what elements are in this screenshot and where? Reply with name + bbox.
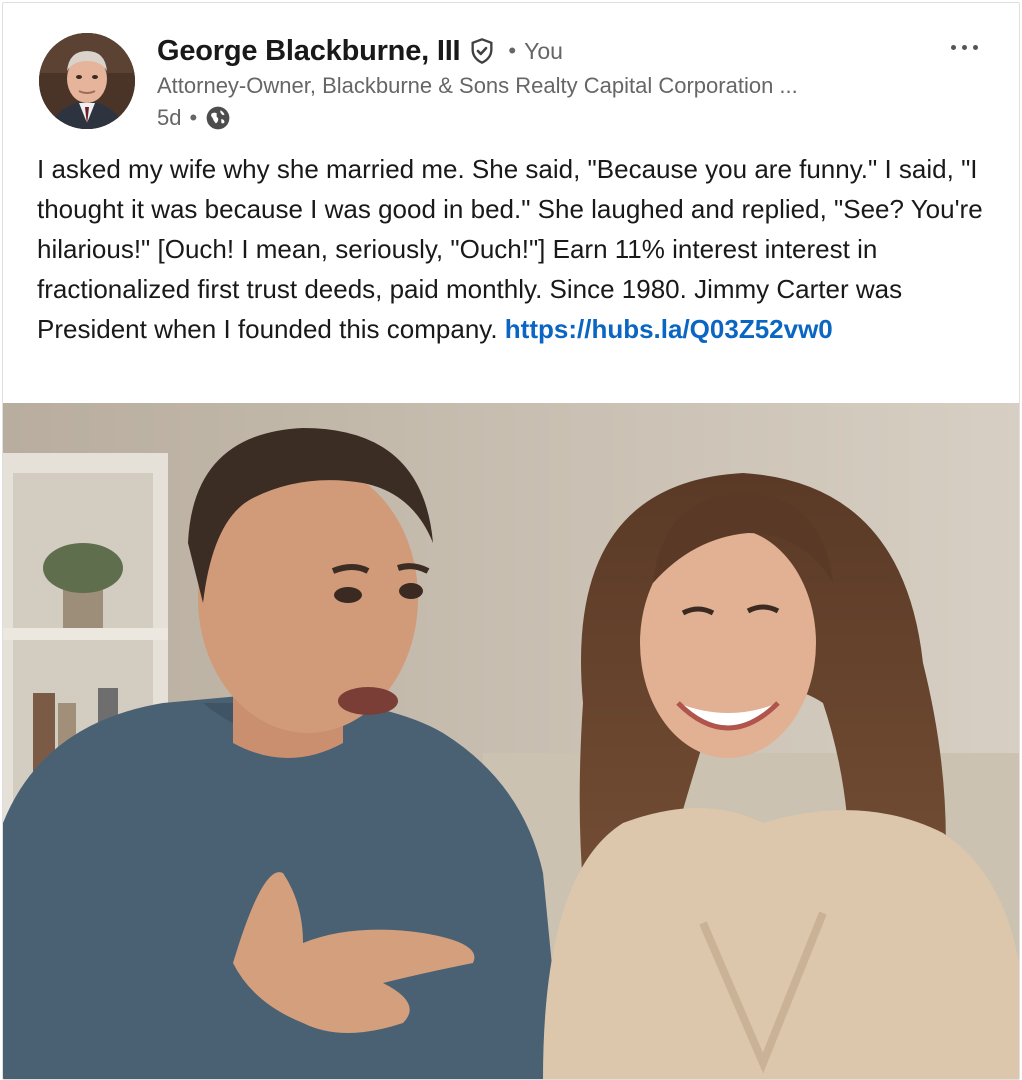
you-label: You (524, 37, 563, 64)
post-meta: 5d • (157, 103, 231, 133)
globe-icon (205, 105, 231, 131)
author-headline: Attorney-Owner, Blackburne & Sons Realty… (157, 73, 798, 98)
feed-post-card: George Blackburne, III • You Attorney-Ow… (2, 2, 1020, 1080)
meta-separator: • (189, 105, 198, 130)
post-age: 5d (157, 105, 182, 130)
more-options-button[interactable] (939, 29, 989, 65)
post-body: I asked my wife why she married me. She … (37, 149, 997, 349)
post-link[interactable]: https://hubs.la/Q03Z52vw0 (505, 314, 833, 344)
more-options-icon (950, 44, 956, 50)
author-row: George Blackburne, III • You (157, 31, 563, 71)
author-avatar[interactable] (39, 33, 135, 129)
author-name[interactable]: George Blackburne, III (157, 35, 461, 68)
post-image[interactable] (3, 403, 1019, 1079)
verified-shield-icon[interactable] (468, 37, 496, 65)
you-separator: • (508, 38, 517, 63)
